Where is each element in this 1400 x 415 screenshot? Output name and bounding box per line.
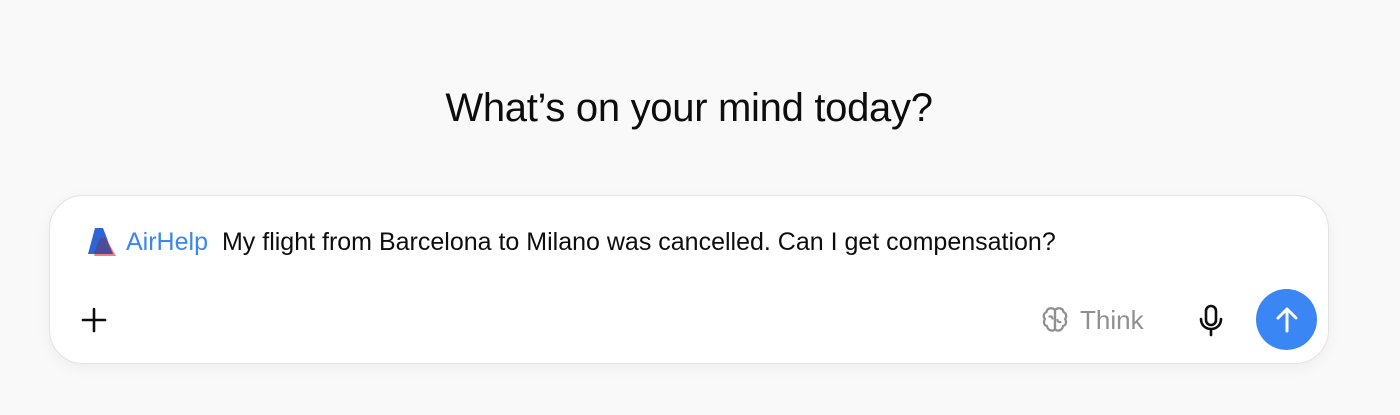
voice-input-button[interactable] <box>1190 300 1232 342</box>
think-label: Think <box>1080 304 1144 335</box>
prompt-input[interactable]: AirHelp My flight from Barcelona to Mila… <box>88 224 1056 260</box>
chat-composer: AirHelp My flight from Barcelona to Mila… <box>49 195 1329 364</box>
brain-icon <box>1042 307 1068 332</box>
airhelp-logo-icon <box>88 227 116 257</box>
plus-icon <box>81 307 107 333</box>
arrow-up-icon <box>1276 307 1297 332</box>
microphone-icon <box>1199 304 1223 337</box>
prompt-text[interactable]: My flight from Barcelona to Milano was c… <box>222 228 1056 257</box>
app-mention-label[interactable]: AirHelp <box>126 228 208 257</box>
add-attachment-button[interactable] <box>74 300 114 340</box>
page-title: What’s on your mind today? <box>445 86 933 130</box>
send-button[interactable] <box>1256 289 1317 350</box>
think-button[interactable]: Think <box>1040 299 1144 341</box>
